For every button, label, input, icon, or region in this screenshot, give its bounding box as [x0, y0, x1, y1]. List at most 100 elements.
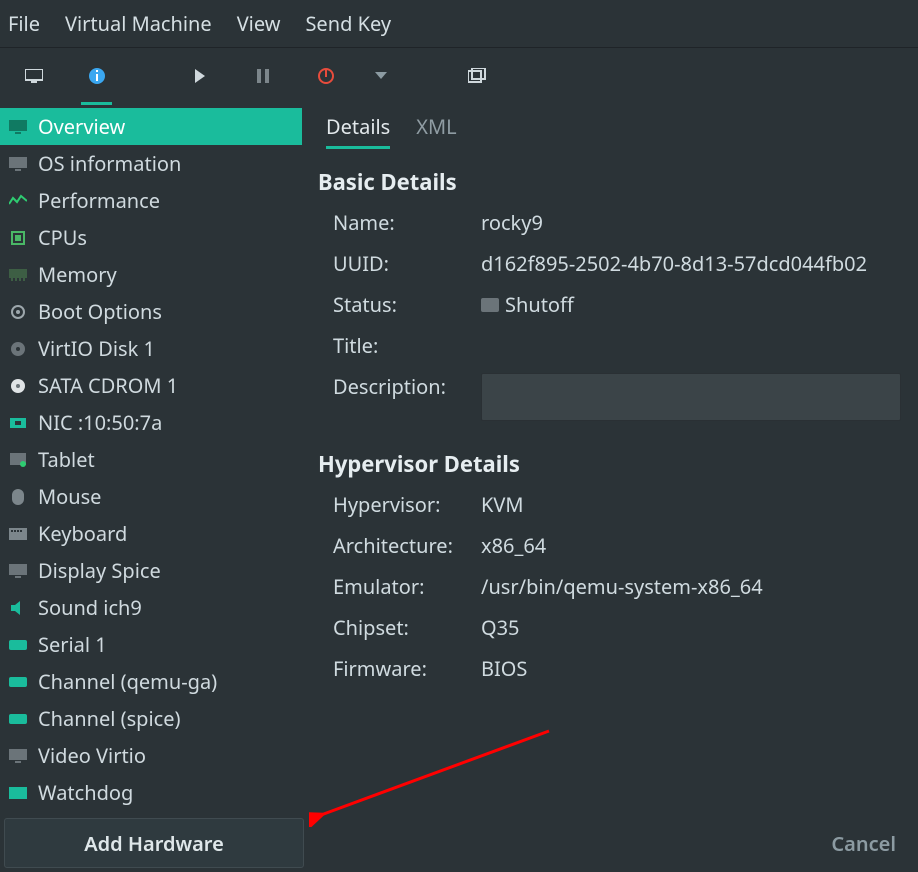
sidebar-item-label: Serial 1 [38, 631, 107, 658]
sidebar-item-channel-spice[interactable]: Channel (spice) [0, 700, 302, 737]
sidebar-item-overview[interactable]: Overview [0, 108, 302, 145]
emulator-value: /usr/bin/qemu-system-x86_64 [481, 573, 908, 600]
description-label: Description: [333, 373, 473, 421]
menubar: File Virtual Machine View Send Key [0, 0, 918, 47]
sidebar-item-os-information[interactable]: OS information [0, 145, 302, 182]
sidebar-item-virtio-disk-1[interactable]: VirtIO Disk 1 [0, 330, 302, 367]
shutdown-menu-button[interactable] [371, 58, 391, 93]
menu-view[interactable]: View [237, 10, 281, 37]
monitor-icon [8, 117, 28, 137]
mouse-icon [8, 487, 28, 507]
pause-button[interactable] [245, 58, 280, 93]
chipset-label: Chipset: [333, 614, 473, 641]
sidebar-item-label: Boot Options [38, 298, 162, 325]
sidebar-item-mouse[interactable]: Mouse [0, 478, 302, 515]
description-input[interactable] [481, 373, 908, 421]
pause-icon [256, 69, 270, 83]
sidebar-item-sound[interactable]: Sound ich9 [0, 589, 302, 626]
sidebar-item-label: Video Virtio [38, 742, 146, 769]
sidebar-item-label: Tablet [38, 446, 95, 473]
sidebar-item-label: Channel (qemu-ga) [38, 668, 217, 695]
disk-icon [8, 339, 28, 359]
sidebar-item-serial-1[interactable]: Serial 1 [0, 626, 302, 663]
chart-icon [8, 191, 28, 211]
sidebar-item-nic[interactable]: NIC :10:50:7a [0, 404, 302, 441]
status-text: Shutoff [505, 291, 574, 318]
shutdown-button[interactable] [308, 58, 343, 93]
details-button[interactable] [79, 58, 114, 93]
snapshots-button[interactable] [459, 58, 494, 93]
sidebar-item-label: Performance [38, 187, 160, 214]
sidebar-item-video-virtio[interactable]: Video Virtio [0, 737, 302, 774]
sidebar-item-label: OS information [38, 150, 181, 177]
sidebar-item-sata-cdrom-1[interactable]: SATA CDROM 1 [0, 367, 302, 404]
sidebar-item-label: Keyboard [38, 520, 127, 547]
gear-icon [8, 302, 28, 322]
sidebar-item-label: VirtIO Disk 1 [38, 335, 155, 362]
uuid-value: d162f895-2502-4b70-8d13-57dcd044fb02 [481, 250, 908, 277]
tab-xml[interactable]: XML [416, 113, 456, 149]
name-label: Name: [333, 209, 473, 236]
network-icon [8, 413, 28, 433]
sidebar-item-tablet[interactable]: Tablet [0, 441, 302, 478]
keyboard-icon [8, 524, 28, 544]
serial-icon [8, 709, 28, 729]
menu-virtual-machine[interactable]: Virtual Machine [65, 10, 212, 37]
add-hardware-button[interactable]: Add Hardware [4, 818, 304, 868]
serial-icon [8, 672, 28, 692]
sidebar-item-label: Channel (spice) [38, 705, 181, 732]
tab-details[interactable]: Details [326, 113, 390, 149]
console-button[interactable] [16, 58, 51, 93]
emulator-label: Emulator: [333, 573, 473, 600]
tabs: Details XML [318, 113, 908, 149]
hypervisor-value: KVM [481, 491, 908, 518]
sidebar-item-performance[interactable]: Performance [0, 182, 302, 219]
info-icon [88, 67, 106, 85]
menu-file[interactable]: File [8, 10, 40, 37]
title-label: Title: [333, 332, 473, 359]
sidebar-item-label: SATA CDROM 1 [38, 372, 178, 399]
details-pane: Details XML Basic Details Name: rocky9 U… [302, 103, 918, 814]
sidebar-item-cpus[interactable]: CPUs [0, 219, 302, 256]
sidebar-item-boot-options[interactable]: Boot Options [0, 293, 302, 330]
tablet-icon [8, 450, 28, 470]
sidebar-item-label: Display Spice [38, 557, 161, 584]
cancel-button[interactable]: Cancel [831, 830, 896, 857]
sidebar: Overview OS information Performance CPUs… [0, 103, 302, 814]
sidebar-item-keyboard[interactable]: Keyboard [0, 515, 302, 552]
display-icon [8, 561, 28, 581]
firmware-label: Firmware: [333, 655, 473, 682]
sidebar-item-label: Memory [38, 261, 117, 288]
sidebar-item-watchdog[interactable]: Watchdog [0, 774, 302, 811]
sidebar-item-label: Sound ich9 [38, 594, 142, 621]
chevron-down-icon [375, 72, 387, 80]
sidebar-item-channel-qemu-ga[interactable]: Channel (qemu-ga) [0, 663, 302, 700]
sidebar-item-display-spice[interactable]: Display Spice [0, 552, 302, 589]
sidebar-item-memory[interactable]: Memory [0, 256, 302, 293]
chipset-value[interactable]: Q35 [481, 614, 908, 641]
name-value[interactable]: rocky9 [481, 209, 908, 236]
sidebar-item-label: Watchdog [38, 779, 133, 806]
sidebar-item-label: Overview [38, 113, 125, 140]
title-value[interactable] [481, 332, 908, 359]
card-icon [8, 783, 28, 803]
shutoff-icon [481, 298, 499, 312]
menu-send-key[interactable]: Send Key [305, 10, 391, 37]
monitor-icon [25, 69, 43, 83]
status-value: Shutoff [481, 291, 908, 318]
play-icon [193, 69, 207, 83]
serial-icon [8, 635, 28, 655]
sidebar-item-label: NIC :10:50:7a [38, 409, 162, 436]
hypervisor-details-heading: Hypervisor Details [318, 449, 908, 479]
display-icon [8, 746, 28, 766]
power-icon [317, 67, 335, 85]
basic-details-heading: Basic Details [318, 167, 908, 197]
windows-icon [468, 68, 486, 84]
cpu-icon [8, 228, 28, 248]
footer: Add Hardware Cancel [0, 814, 918, 872]
hypervisor-label: Hypervisor: [333, 491, 473, 518]
sidebar-item-label: Mouse [38, 483, 101, 510]
firmware-value[interactable]: BIOS [481, 655, 908, 682]
run-button[interactable] [182, 58, 217, 93]
architecture-value: x86_64 [481, 532, 908, 559]
